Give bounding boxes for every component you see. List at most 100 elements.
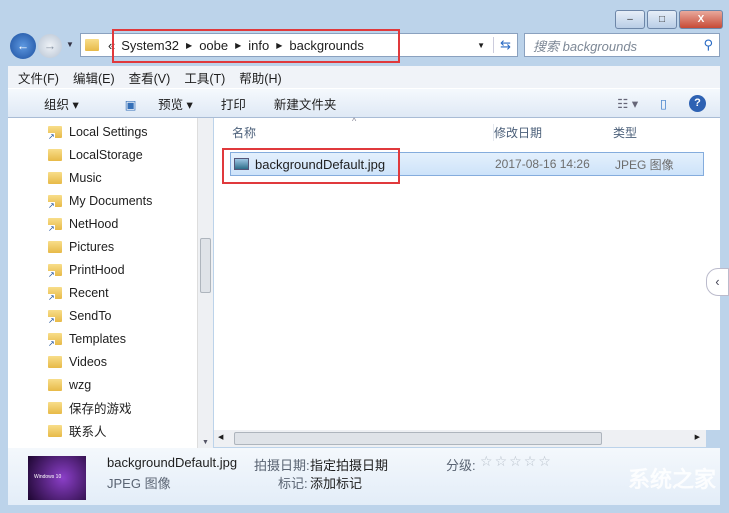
expand-pane-icon[interactable]: ‹ [706, 268, 729, 296]
nav-item-label: My Documents [69, 193, 153, 208]
preview-pane-icon[interactable]: ▯ [660, 96, 667, 111]
date-taken-label: 拍摄日期: [254, 458, 310, 473]
refresh-icon[interactable]: ⇆ [493, 37, 517, 53]
details-pane: Windows 10 backgroundDefault.jpg JPEG 图像… [8, 448, 720, 505]
nav-item[interactable]: My Documents [8, 189, 198, 212]
folder-icon [48, 332, 62, 348]
menu-view[interactable]: 查看(V) [129, 68, 171, 87]
breadcrumb-oobe[interactable]: oobe [199, 38, 228, 53]
file-type: JPEG 图像 [615, 157, 674, 172]
overflow-chevron[interactable]: « [108, 38, 115, 53]
search-input[interactable]: 搜索 backgrounds ⚲ [524, 33, 720, 57]
nav-item[interactable]: Videos [8, 350, 198, 373]
nav-item[interactable]: NetHood [8, 212, 198, 235]
breadcrumb-backgrounds[interactable]: backgrounds [289, 38, 363, 53]
star-icon[interactable]: ☆ [524, 453, 537, 469]
nav-item[interactable]: SendTo [8, 304, 198, 327]
nav-item-label: wzg [69, 377, 92, 392]
menu-bar: 文件(F) 编辑(E) 查看(V) 工具(T) 帮助(H) [8, 66, 720, 88]
details-file-name: backgroundDefault.jpg [107, 455, 238, 470]
breadcrumb-info[interactable]: info [248, 38, 269, 53]
nav-item-label: Pictures [69, 239, 115, 254]
menu-file[interactable]: 文件(F) [18, 68, 59, 87]
breadcrumb-system32[interactable]: System32 [121, 38, 179, 53]
maximize-button[interactable]: □ [647, 10, 677, 29]
search-icon[interactable]: ⚲ [703, 37, 713, 53]
help-icon[interactable]: ? [689, 94, 706, 112]
folder-icon [85, 39, 99, 51]
new-folder-button[interactable]: 新建文件夹 [274, 94, 337, 113]
view-options-icon[interactable]: ☷ ▾ [617, 96, 638, 111]
folder-icon [48, 171, 62, 184]
address-dropdown-icon[interactable]: ▼ [477, 41, 485, 50]
command-bar: 组织 ▾ ▣ 预览 ▾ 打印 新建文件夹 ☷ ▾ ▯ ? [8, 88, 720, 118]
folder-icon [48, 148, 62, 161]
folder-icon [48, 217, 62, 233]
back-button[interactable]: ← [10, 33, 36, 59]
print-button[interactable]: 打印 [221, 94, 246, 113]
image-icon: ▣ [124, 97, 137, 112]
nav-item[interactable]: LocalStorage [8, 143, 198, 166]
star-icon[interactable]: ☆ [495, 453, 508, 469]
nav-item[interactable]: wzg [8, 373, 198, 396]
nav-item[interactable]: Pictures [8, 235, 198, 258]
nav-item-label: LocalStorage [69, 147, 143, 162]
close-button[interactable]: X [679, 10, 723, 29]
rating-stars[interactable]: ☆ ☆ ☆ ☆ ☆ [480, 453, 553, 470]
folder-icon [48, 240, 62, 253]
column-modified[interactable]: 修改日期 [493, 124, 542, 141]
menu-help[interactable]: 帮助(H) [239, 68, 281, 87]
window-controls: – □ X [615, 10, 723, 29]
scroll-thumb[interactable] [200, 238, 211, 293]
star-icon[interactable]: ☆ [509, 453, 522, 469]
column-name[interactable]: 名称 [232, 124, 256, 141]
date-taken-value[interactable]: 指定拍摄日期 [310, 455, 388, 474]
scroll-thumb[interactable] [234, 432, 602, 445]
nav-item[interactable]: PrintHood [8, 258, 198, 281]
file-list: ^ 名称 修改日期 类型 backgroundDefault.jpg 2017-… [214, 116, 720, 430]
folder-icon [48, 125, 62, 141]
rating-label: 分级: [446, 458, 476, 473]
menu-edit[interactable]: 编辑(E) [73, 68, 115, 87]
nav-item[interactable]: Templates [8, 327, 198, 350]
table-row[interactable]: backgroundDefault.jpg 2017-08-16 14:26 J… [230, 152, 704, 176]
tags-label: 标记: [278, 476, 308, 491]
image-file-icon [234, 158, 249, 170]
folder-icon [48, 263, 62, 279]
address-bar[interactable]: « System32 ▶ oobe ▶ info ▶ backgrounds ▼ ⇆ [80, 33, 518, 57]
nav-item[interactable]: Local Settings [8, 120, 198, 143]
file-name[interactable]: backgroundDefault.jpg [255, 157, 495, 172]
menu-tools[interactable]: 工具(T) [184, 68, 225, 87]
nav-item-label: Recent [69, 285, 109, 300]
nav-item[interactable]: Recent [8, 281, 198, 304]
recent-pages-dropdown[interactable]: ▼ [66, 40, 74, 49]
minimize-button[interactable]: – [615, 10, 645, 29]
nav-item-label: Music [69, 170, 102, 185]
folder-icon [48, 424, 62, 437]
nav-item-label: Local Settings [69, 124, 148, 139]
scroll-left-icon[interactable]: ◀ [218, 433, 223, 441]
preview-button[interactable]: ▣ 预览 ▾ [107, 94, 193, 113]
scroll-right-icon[interactable]: ▶ [695, 433, 700, 441]
nav-item[interactable]: 保存的游戏 [8, 396, 198, 419]
organize-button[interactable]: 组织 ▾ [26, 94, 79, 113]
tags-value[interactable]: 添加标记 [310, 473, 362, 492]
folder-icon [48, 194, 62, 210]
nav-scrollbar[interactable]: ▼ [197, 118, 213, 448]
details-file-type: JPEG 图像 [107, 476, 171, 491]
star-icon[interactable]: ☆ [538, 453, 551, 469]
nav-item-label: PrintHood [69, 262, 125, 277]
column-type[interactable]: 类型 [613, 124, 637, 141]
nav-item[interactable]: 联系人 [8, 419, 198, 442]
breadcrumb-arrow-icon[interactable]: ▶ [235, 41, 241, 50]
star-icon[interactable]: ☆ [480, 453, 493, 469]
file-modified: 2017-08-16 14:26 [495, 157, 590, 171]
file-list-horizontal-scrollbar[interactable]: ◀ ▶ [214, 430, 706, 447]
breadcrumb-arrow-icon[interactable]: ▶ [276, 41, 282, 50]
nav-item-label: 保存的游戏 [69, 402, 132, 416]
file-thumbnail: Windows 10 [28, 456, 86, 500]
scroll-down-icon[interactable]: ▼ [202, 439, 209, 446]
breadcrumb-arrow-icon[interactable]: ▶ [186, 41, 192, 50]
nav-item[interactable]: Music [8, 166, 198, 189]
forward-button[interactable]: → [38, 34, 62, 58]
